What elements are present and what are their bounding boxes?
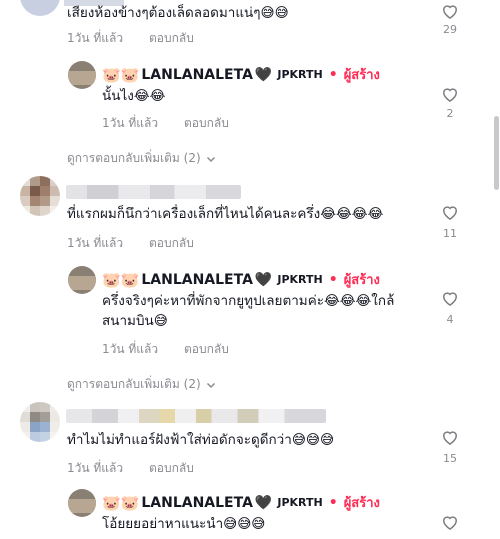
like-count: 29	[443, 23, 457, 36]
pig-emoji: 🐷🐷	[102, 270, 140, 289]
reply-time: 1วัน ที่แล้ว	[102, 342, 159, 356]
like-button[interactable]	[440, 427, 460, 451]
view-more-label: ดูการตอบกลับเพิ่มเติม (2)	[67, 151, 201, 165]
like-button[interactable]	[440, 1, 460, 25]
reply-meta: 1วัน ที่แล้ว ตอบกลับ	[102, 340, 229, 359]
heart-icon	[442, 431, 458, 445]
reply-meta: 1วัน ที่แล้ว ตอบกลับ	[102, 114, 229, 133]
heart-icon	[442, 206, 458, 220]
reply-time: 1วัน ที่แล้ว	[102, 116, 159, 130]
reply-text: นั้นไง😂😂	[102, 88, 166, 104]
creator-avatar[interactable]	[68, 489, 96, 517]
creator-badge: ผู้สร้าง	[343, 273, 380, 288]
black-heart-icon: 🖤	[254, 271, 273, 288]
heart-icon	[442, 516, 458, 530]
like-button[interactable]	[440, 288, 460, 312]
reply-text-line1: ครึ่งจริงๆค่ะหาที่พักจากยูทูปเลยตามค่ะ😂😂…	[102, 293, 395, 309]
separator-dot: •	[328, 271, 338, 288]
comment-meta: 1วัน ที่แล้ว ตอบกลับ	[67, 459, 194, 478]
reply-button[interactable]: ตอบกลับ	[184, 116, 229, 130]
commenter-avatar[interactable]	[20, 402, 60, 442]
comment-meta: 1วัน ที่แล้ว ตอบกลับ	[67, 29, 194, 48]
creator-name: LANLANALETA	[141, 66, 253, 83]
heart-icon	[442, 5, 458, 19]
creator-name-row[interactable]: 🐷🐷 LANLANALETA 🖤 JPKRTH • ผู้สร้าง	[102, 64, 380, 85]
pig-emoji: 🐷🐷	[102, 493, 140, 512]
view-more-label: ดูการตอบกลับเพิ่มเติม (2)	[67, 377, 201, 391]
like-button[interactable]	[440, 202, 460, 226]
scrollbar-thumb[interactable]	[494, 116, 499, 190]
chevron-down-icon	[206, 156, 215, 162]
heart-icon	[442, 292, 458, 306]
heart-icon	[442, 88, 458, 102]
like-count: 11	[443, 227, 457, 240]
reply-button[interactable]: ตอบกลับ	[184, 342, 229, 356]
comment-time: 1วัน ที่แล้ว	[67, 236, 124, 250]
like-count: 15	[443, 452, 457, 465]
commenter-avatar[interactable]	[20, 0, 60, 16]
commenter-avatar[interactable]	[20, 176, 60, 216]
scrollbar-track[interactable]	[492, 0, 500, 539]
like-button[interactable]	[440, 84, 460, 108]
creator-name-row[interactable]: 🐷🐷 LANLANALETA 🖤 JPKRTH • ผู้สร้าง	[102, 492, 380, 513]
comment-text: ที่แรกผมก็นึกว่าเครื่องเล็กที่ไหนได้คนละ…	[67, 206, 384, 222]
comment-text: เสียงห้องข้างๆต้องเล็ดลอดมาแน่ๆ😅😅	[67, 5, 289, 21]
comment-time: 1วัน ที่แล้ว	[67, 461, 124, 475]
view-more-replies[interactable]: ดูการตอบกลับเพิ่มเติม (2)	[67, 149, 217, 168]
black-heart-icon: 🖤	[254, 66, 273, 83]
chevron-down-icon	[206, 382, 215, 388]
creator-name: LANLANALETA	[141, 271, 253, 288]
pig-emoji: 🐷🐷	[102, 65, 140, 84]
comment-text: ทำไมไม่ทำแอร์ฝังฟ้าใส่ท่อดักจะดูดีกว่า😅😅…	[67, 432, 335, 448]
creator-tag: JPKRTH	[277, 68, 323, 81]
blurred-username	[66, 185, 241, 199]
creator-name: LANLANALETA	[141, 494, 253, 511]
comment-meta: 1วัน ที่แล้ว ตอบกลับ	[67, 234, 194, 253]
blurred-username	[66, 409, 326, 423]
reply-text: โอ้ยยยอย่าหาแนะนำ😅😅😅	[102, 516, 266, 532]
creator-badge: ผู้สร้าง	[343, 68, 380, 83]
reply-button[interactable]: ตอบกลับ	[149, 461, 194, 475]
reply-button[interactable]: ตอบกลับ	[149, 31, 194, 45]
separator-dot: •	[328, 494, 338, 511]
creator-avatar[interactable]	[68, 266, 96, 294]
comment-time: 1วัน ที่แล้ว	[67, 31, 124, 45]
reply-button[interactable]: ตอบกลับ	[149, 236, 194, 250]
like-count: 2	[446, 107, 454, 120]
black-heart-icon: 🖤	[254, 494, 273, 511]
separator-dot: •	[328, 66, 338, 83]
creator-name-row[interactable]: 🐷🐷 LANLANALETA 🖤 JPKRTH • ผู้สร้าง	[102, 269, 380, 290]
creator-badge: ผู้สร้าง	[343, 496, 380, 511]
like-count: 4	[446, 313, 454, 326]
creator-tag: JPKRTH	[277, 273, 323, 286]
like-button[interactable]	[440, 512, 460, 536]
reply-text-line2: สนามบิน😅	[102, 313, 168, 329]
creator-tag: JPKRTH	[277, 496, 323, 509]
view-more-replies[interactable]: ดูการตอบกลับเพิ่มเติม (2)	[67, 375, 217, 394]
creator-avatar[interactable]	[68, 61, 96, 89]
